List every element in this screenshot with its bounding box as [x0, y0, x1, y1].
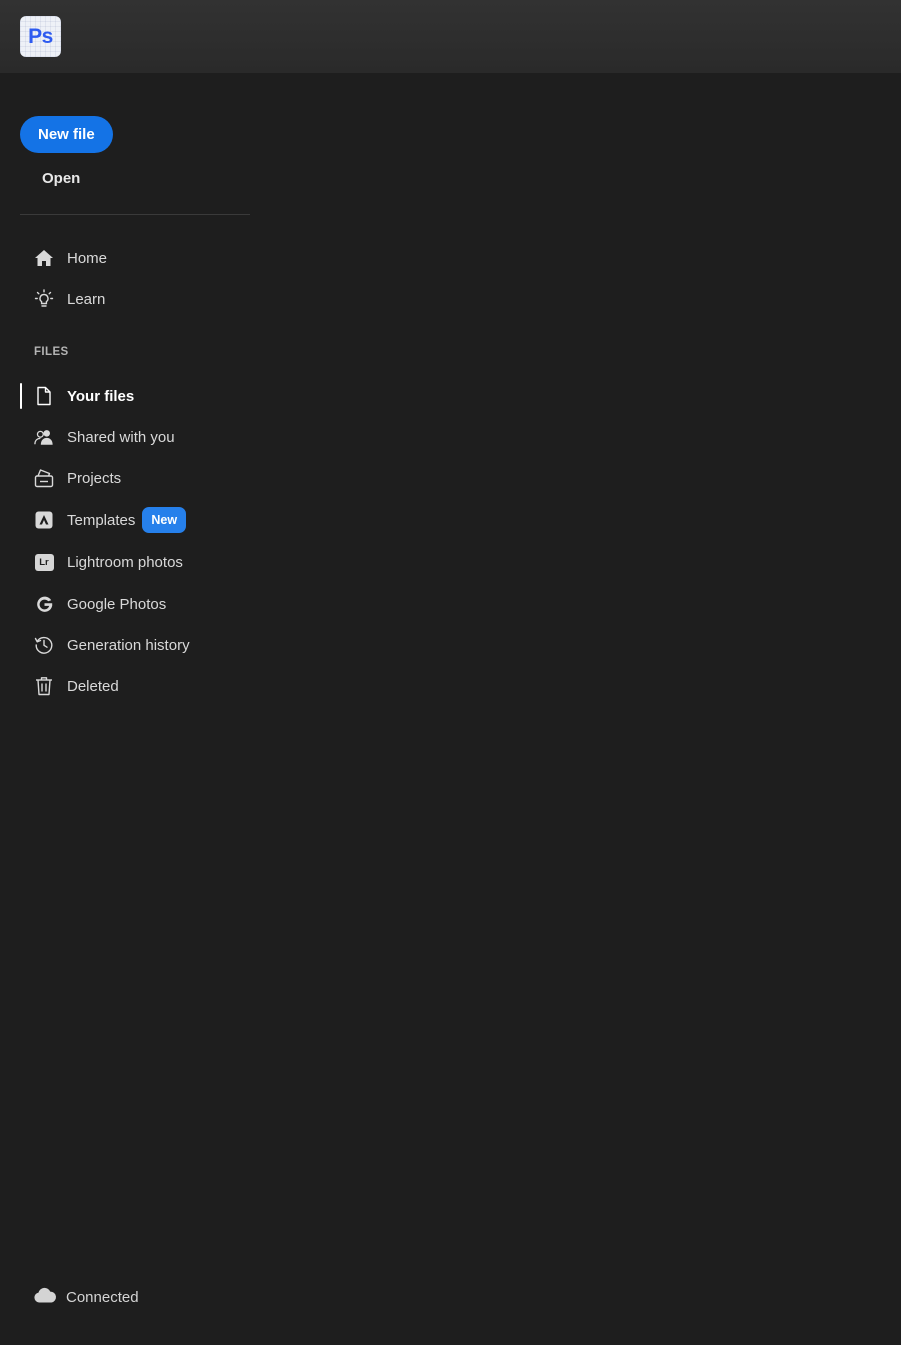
sidebar-item-label: Lightroom photos: [67, 553, 183, 571]
files-section-label: FILES: [34, 346, 69, 358]
connection-status: Connected: [33, 1284, 139, 1310]
google-icon: [34, 594, 54, 614]
sidebar-item-label: Templates: [67, 511, 136, 529]
lightroom-icon: Lr: [34, 552, 54, 572]
sidebar-item-label: Deleted: [67, 677, 119, 695]
top-bar: Ps: [0, 0, 901, 73]
active-indicator: [20, 383, 22, 409]
sidebar-item-google-photos[interactable]: Google Photos: [20, 587, 250, 621]
sidebar-item-label: Your files: [67, 387, 135, 405]
sidebar-item-deleted[interactable]: Deleted: [20, 669, 250, 703]
cloud-icon: [33, 1287, 57, 1308]
divider: [20, 214, 250, 215]
lightroom-icon-text: Lr: [34, 553, 54, 571]
photoshop-logo[interactable]: Ps: [20, 16, 61, 57]
sidebar-item-projects[interactable]: Projects: [20, 461, 250, 495]
connection-status-label: Connected: [66, 1288, 139, 1306]
sidebar-item-generation-history[interactable]: Generation history: [20, 628, 250, 662]
lightbulb-icon: [34, 289, 54, 309]
sidebar-item-lightroom-photos[interactable]: Lr Lightroom photos: [20, 545, 250, 579]
new-file-button[interactable]: New file: [20, 116, 113, 153]
open-button[interactable]: Open: [42, 170, 80, 187]
new-badge: New: [142, 507, 187, 533]
sidebar-item-your-files[interactable]: Your files: [20, 379, 250, 413]
templates-icon: [34, 510, 54, 530]
sidebar-item-label: Learn: [67, 290, 106, 308]
file-icon: [34, 386, 54, 406]
home-icon: [34, 248, 54, 268]
trash-icon: [34, 676, 54, 696]
projects-icon: [34, 468, 54, 488]
sidebar-item-label: Generation history: [67, 636, 190, 654]
sidebar-item-label: Google Photos: [67, 595, 167, 613]
sidebar: New file Open Home Learn FILES Your file…: [0, 73, 270, 1345]
sidebar-item-label: Projects: [67, 469, 122, 487]
sidebar-item-label: Home: [67, 249, 108, 267]
sidebar-item-home[interactable]: Home: [20, 241, 250, 275]
sidebar-item-label: Shared with you: [67, 428, 175, 446]
sidebar-item-learn[interactable]: Learn: [20, 282, 250, 316]
users-icon: [34, 427, 54, 447]
sidebar-item-shared-with-you[interactable]: Shared with you: [20, 420, 250, 454]
sidebar-item-templates[interactable]: Templates New: [20, 503, 250, 537]
history-icon: [34, 635, 54, 655]
